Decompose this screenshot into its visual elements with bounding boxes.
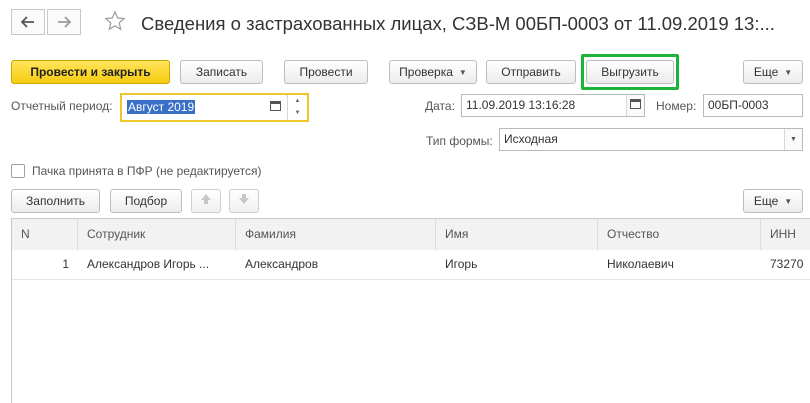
period-label: Отчетный период: (11, 99, 113, 113)
column-header-inn[interactable]: ИНН (761, 219, 810, 250)
arrow-up-icon (200, 190, 212, 212)
fill-button[interactable]: Заполнить (11, 189, 100, 213)
cell-first-name: Игорь (445, 257, 478, 271)
move-down-button[interactable] (229, 189, 259, 213)
form-type-select[interactable]: Исходная ▼ (499, 128, 803, 151)
period-calendar-button[interactable] (265, 95, 285, 120)
column-header-first-name[interactable]: Имя (436, 219, 598, 250)
post-button[interactable]: Провести (284, 60, 368, 84)
number-field[interactable]: 00БП-0003 (703, 94, 803, 117)
pick-button[interactable]: Подбор (110, 189, 182, 213)
cell-inn: 73270 (770, 257, 804, 271)
chevron-down-icon: ▼ (458, 67, 467, 77)
post-and-close-button[interactable]: Провести и закрыть (11, 60, 170, 84)
date-value: 11.09.2019 13:16:28 (466, 98, 576, 112)
number-value: 00БП-0003 (708, 98, 769, 112)
forward-button[interactable] (47, 9, 81, 35)
back-button[interactable] (11, 9, 45, 35)
more-button[interactable]: Еще ▼ (743, 60, 803, 84)
date-calendar-button[interactable] (626, 95, 644, 116)
favorite-star-button[interactable] (103, 9, 127, 35)
table-header: N Сотрудник Фамилия Имя Отчество ИНН (12, 219, 810, 251)
column-header-n[interactable]: N (12, 219, 78, 250)
calendar-icon (630, 95, 641, 116)
save-button[interactable]: Записать (180, 60, 263, 84)
column-header-last-name[interactable]: Фамилия (236, 219, 436, 250)
chevron-down-icon: ▼ (784, 67, 793, 77)
cell-last-name: Александров (245, 257, 319, 271)
check-button-label: Проверка (399, 65, 453, 79)
form-type-label: Тип формы: (426, 134, 493, 148)
forward-arrow-icon (57, 16, 71, 28)
arrow-down-icon (238, 190, 250, 212)
export-button[interactable]: Выгрузить (586, 60, 674, 84)
chevron-down-icon[interactable]: ▼ (784, 129, 802, 150)
date-label: Дата: (425, 99, 455, 113)
star-icon (104, 9, 126, 35)
period-field[interactable]: Август 2019 ▲ ▼ (120, 93, 309, 122)
calendar-icon (269, 95, 281, 120)
table-row[interactable]: 1 Александров Игорь ... Александров Игор… (12, 250, 810, 280)
accepted-label: Пачка принята в ПФР (не редактируется) (32, 164, 262, 178)
move-up-button[interactable] (191, 189, 221, 213)
spin-down-icon[interactable]: ▼ (288, 108, 307, 121)
cell-employee: Александров Игорь ... (87, 257, 210, 271)
more-button-label: Еще (753, 65, 779, 79)
form-type-value: Исходная (504, 132, 558, 146)
page-title: Сведения о застрахованных лицах, СЗВ-М 0… (141, 13, 775, 34)
send-button[interactable]: Отправить (486, 60, 576, 84)
column-header-patronymic[interactable]: Отчество (598, 219, 761, 250)
check-dropdown-button[interactable]: Проверка ▼ (389, 60, 477, 84)
period-value: Август 2019 (127, 100, 196, 114)
period-spinner[interactable]: ▲ ▼ (287, 95, 307, 120)
chevron-down-icon: ▼ (784, 196, 793, 206)
number-label: Номер: (656, 99, 697, 113)
cell-patronymic: Николаевич (607, 257, 674, 271)
column-header-employee[interactable]: Сотрудник (78, 219, 236, 250)
table-more-label: Еще (753, 194, 779, 208)
back-arrow-icon (21, 16, 35, 28)
post-button-label: Провести (299, 65, 353, 79)
employees-table[interactable]: N Сотрудник Фамилия Имя Отчество ИНН 1 А… (11, 218, 810, 403)
accepted-checkbox[interactable] (11, 164, 25, 178)
cell-n: 1 (62, 257, 69, 271)
date-field[interactable]: 11.09.2019 13:16:28 (461, 94, 645, 117)
table-more-button[interactable]: Еще ▼ (743, 189, 803, 213)
